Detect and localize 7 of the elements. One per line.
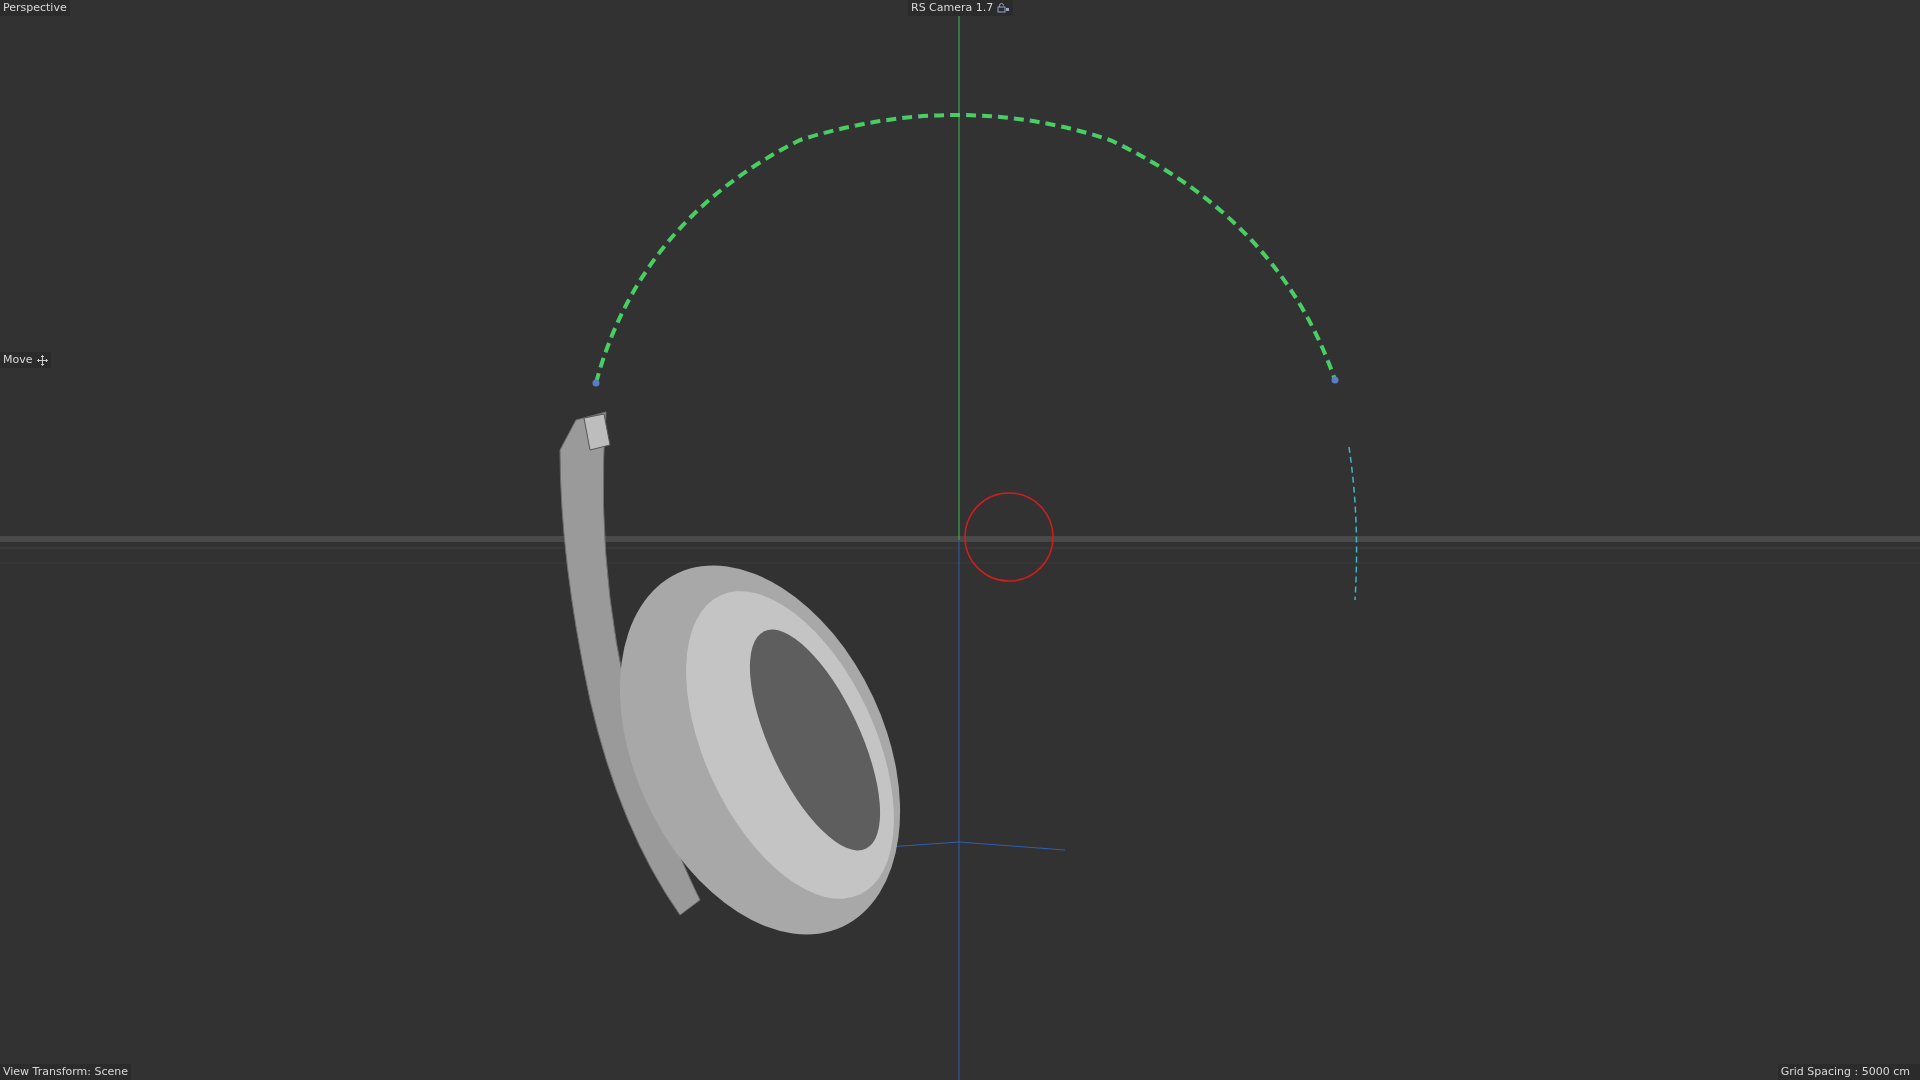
tool-label: Move [3, 353, 33, 367]
lock-icon[interactable] [997, 3, 1011, 13]
move-icon [36, 354, 48, 366]
camera-name-label: RS Camera 1.7 [911, 1, 994, 15]
view-transform-label: View Transform: Scene [3, 1065, 129, 1079]
grid-spacing-label: Grid Spacing : 5000 cm [1780, 1065, 1910, 1079]
view-name-label: Perspective [3, 1, 67, 15]
